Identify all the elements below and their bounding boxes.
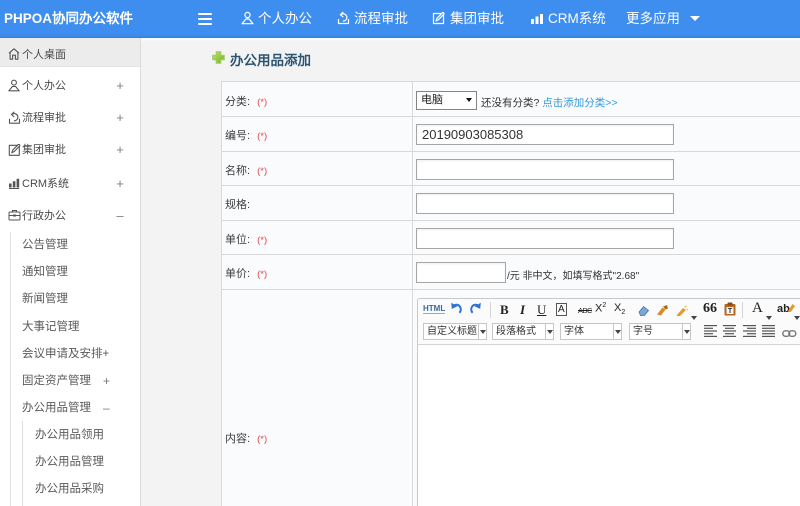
svg-text:T: T [728, 308, 733, 315]
